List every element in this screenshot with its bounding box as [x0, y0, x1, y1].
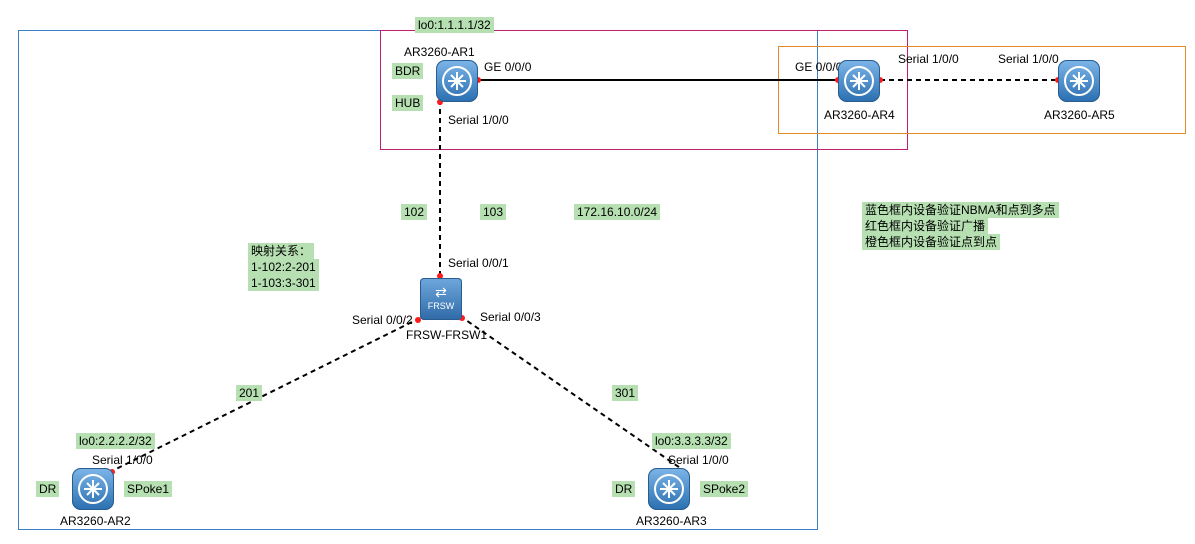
mapping-line2: 1-103:3-301: [248, 275, 319, 291]
ar3-role-spoke2: SPoke2: [700, 481, 748, 497]
router-ar5[interactable]: [1058, 60, 1100, 102]
legend-line1: 蓝色框内设备验证NBMA和点到多点: [862, 202, 1059, 218]
frsw-port-s3: Serial 0/0/3: [480, 310, 541, 324]
dlci-102: 102: [401, 204, 427, 220]
mapping-title: 映射关系：: [248, 243, 314, 259]
ar2-port-ser: Serial 1/0/0: [92, 453, 153, 467]
subnet-label: 172.16.10.0/24: [574, 204, 660, 220]
router-ar2[interactable]: [72, 468, 114, 510]
frsw-name: FRSW-FRSW1: [406, 328, 487, 342]
ar1-port-ser: Serial 1/0/0: [448, 113, 509, 127]
ar2-name: AR3260-AR2: [60, 514, 131, 528]
router-ar3[interactable]: [648, 468, 690, 510]
ar2-role-spoke1: SPoke1: [124, 481, 172, 497]
dlci-103: 103: [480, 204, 506, 220]
ar3-loopback: lo0:3.3.3.3/32: [652, 433, 731, 449]
ar1-name: AR3260-AR1: [404, 45, 475, 59]
dlci-201: 201: [236, 385, 262, 401]
ar5-port-ser: Serial 1/0/0: [998, 52, 1059, 66]
ar3-port-ser: Serial 1/0/0: [668, 453, 729, 467]
dlci-301: 301: [612, 385, 638, 401]
router-ar4[interactable]: [838, 60, 880, 102]
ar5-name: AR3260-AR5: [1044, 108, 1115, 122]
switch-frsw1[interactable]: ⇄FRSW: [420, 278, 462, 320]
ar3-name: AR3260-AR3: [636, 514, 707, 528]
frsw-port-s1: Serial 0/0/1: [448, 256, 509, 270]
ar3-role-dr: DR: [612, 481, 635, 497]
ar1-loopback: lo0:1.1.1.1/32: [415, 17, 494, 33]
ar4-port-ser: Serial 1/0/0: [898, 52, 959, 66]
router-ar1[interactable]: [436, 60, 478, 102]
legend-line2: 红色框内设备验证广播: [862, 218, 988, 234]
ar2-loopback: lo0:2.2.2.2/32: [76, 433, 155, 449]
ar1-port-ge: GE 0/0/0: [484, 60, 531, 74]
legend-line3: 橙色框内设备验证点到点: [862, 234, 1000, 250]
ar4-port-ge: GE 0/0/0: [795, 60, 842, 74]
ar1-role-bdr: BDR: [392, 63, 423, 79]
ar4-name: AR3260-AR4: [824, 108, 895, 122]
ar2-role-dr: DR: [36, 481, 59, 497]
mapping-line1: 1-102:2-201: [248, 259, 319, 275]
ar1-role-hub: HUB: [392, 95, 423, 111]
frsw-port-s2: Serial 0/0/2: [352, 313, 413, 327]
